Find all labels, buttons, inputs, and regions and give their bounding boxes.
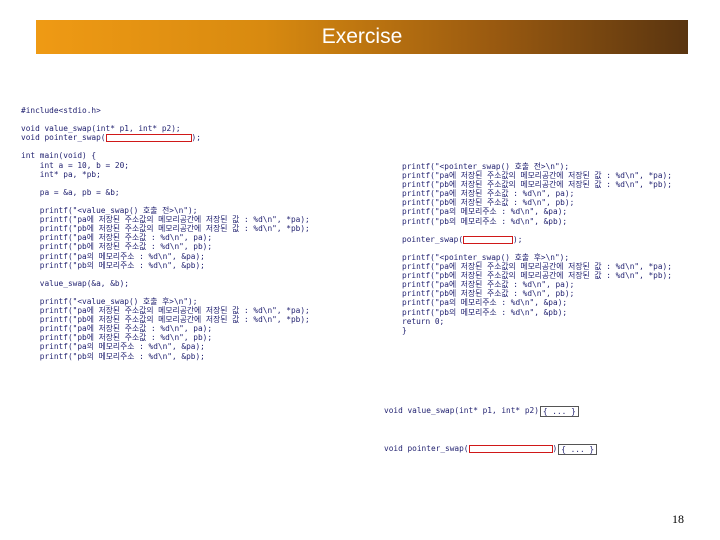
code-text: void value_swap(int* p1, int* p2) — [384, 406, 539, 415]
code-block-main: #include<stdio.h> void value_swap(int* p1… — [21, 106, 371, 361]
function-definition-line: void pointer_swap(){ ... } — [384, 430, 704, 468]
code-text: printf("pb에 저장된 주소값의 메모리공간에 저장된 값 : %d\n… — [402, 271, 672, 281]
code-text: } — [402, 325, 407, 335]
code-line: int* pa, *pb; — [21, 170, 371, 179]
code-text: printf("pb의 메모리주소 : %d\n", &pb); — [21, 260, 205, 270]
code-line: printf("pb에 저장된 주소값의 메모리공간에 저장된 값 : %d\n… — [21, 315, 371, 324]
code-text: printf("pb의 메모리주소 : %d\n", &pb); — [402, 307, 568, 317]
code-text: printf("<pointer_swap() 호출 전>\n"); — [402, 162, 570, 171]
code-line: return 0; — [402, 317, 712, 326]
code-text: printf("pa에 저장된 주소값의 메모리공간에 저장된 값 : %d\n… — [21, 306, 310, 316]
code-block-continued: printf("<pointer_swap() 호출 전>\n"); printf… — [402, 162, 712, 335]
code-line: printf("pa에 저장된 주소값의 메모리공간에 저장된 값 : %d\n… — [402, 262, 712, 271]
code-text: printf("pa에 저장된 주소값 : %d\n", pa); — [21, 233, 213, 243]
code-line: printf("<pointer_swap() 호출 후>\n"); — [402, 253, 712, 262]
code-text: printf("pa에 저장된 주소값의 메모리공간에 저장된 값 : %d\n… — [21, 215, 310, 225]
code-line: void pointer_swap(); — [21, 133, 371, 143]
function-body-box: { ... } — [558, 443, 598, 455]
code-text: void pointer_swap( — [384, 444, 469, 453]
code-line: } — [402, 326, 712, 335]
code-text: printf("pa에 저장된 주소값 : %d\n", pa); — [402, 189, 575, 199]
code-text: value_swap(&a, &b); — [21, 278, 129, 288]
code-text: int a = 10, b = 20; — [21, 160, 129, 170]
fill-in-blank — [468, 445, 553, 453]
code-line: value_swap(&a, &b); — [21, 279, 371, 288]
function-definition-line: void value_swap(int* p1, int* p2){ ... } — [384, 392, 704, 430]
code-line: printf("pa에 저장된 주소값의 메모리공간에 저장된 값 : %d\n… — [21, 215, 371, 224]
code-text: printf("<value_swap() 호출 전>\n"); — [21, 206, 198, 216]
code-text: ) — [552, 444, 558, 453]
fill-in-blank — [463, 235, 514, 244]
code-line: printf("pb의 메모리주소 : %d\n", &pb); — [21, 261, 371, 270]
code-text: printf("pb에 저장된 주소값의 메모리공간에 저장된 값 : %d\n… — [21, 315, 310, 325]
code-text: printf("pb에 저장된 주소값의 메모리공간에 저장된 값 : %d\n… — [402, 180, 672, 190]
code-line: printf("pa에 저장된 주소값의 메모리공간에 저장된 값 : %d\n… — [402, 171, 712, 180]
code-line: printf("pa에 저장된 주소값 : %d\n", pa); — [402, 189, 712, 198]
code-line: printf("<value_swap() 호출 전>\n"); — [21, 206, 371, 215]
code-block-function-definitions: void value_swap(int* p1, int* p2){ ... }… — [384, 392, 704, 468]
code-text: int main(void) { — [21, 151, 97, 161]
code-line: printf("pa의 메모리주소 : %d\n", &pa); — [402, 207, 712, 216]
code-text: ); — [513, 234, 523, 244]
code-line: #include<stdio.h> — [21, 106, 371, 115]
code-text: printf("<pointer_swap() 호출 후>\n"); — [402, 252, 570, 262]
code-line: printf("pb의 메모리주소 : %d\n", &pb); — [402, 217, 712, 226]
code-line: printf("pa의 메모리주소 : %d\n", &pa); — [21, 252, 371, 261]
code-text: printf("pa에 저장된 주소값의 메모리공간에 저장된 값 : %d\n… — [402, 171, 672, 181]
code-line: printf("<pointer_swap() 호출 전>\n"); — [402, 162, 712, 171]
code-line: pa = &a, pb = &b; — [21, 188, 371, 197]
code-line: int a = 10, b = 20; — [21, 161, 371, 170]
code-text: printf("pa의 메모리주소 : %d\n", &pa); — [21, 251, 205, 261]
code-line: int main(void) { — [21, 151, 371, 160]
code-line: void value_swap(int* p1, int* p2); — [21, 124, 371, 133]
code-line: printf("pb의 메모리주소 : %d\n", &pb); — [21, 352, 371, 361]
code-text: printf("pa의 메모리주소 : %d\n", &pa); — [21, 342, 205, 352]
code-text: printf("pb에 저장된 주소값 : %d\n", pb); — [402, 289, 575, 299]
code-text: printf("pa의 메모리주소 : %d\n", &pa); — [402, 207, 568, 217]
code-line: printf("pb에 저장된 주소값의 메모리공간에 저장된 값 : %d\n… — [21, 224, 371, 233]
code-text: printf("pb에 저장된 주소값 : %d\n", pb); — [21, 242, 213, 252]
code-text: printf("pa에 저장된 주소값 : %d\n", pa); — [402, 280, 575, 290]
code-text: pa = &a, pb = &b; — [21, 187, 120, 197]
code-text: printf("pb의 메모리주소 : %d\n", &pb); — [21, 351, 205, 361]
code-line: printf("pa에 저장된 주소값 : %d\n", pa); — [402, 280, 712, 289]
page-number: 18 — [672, 512, 684, 526]
code-text: printf("pb에 저장된 주소값 : %d\n", pb); — [21, 333, 213, 343]
code-line: printf("pb에 저장된 주소값 : %d\n", pb); — [21, 242, 371, 251]
code-text: return 0; — [402, 316, 445, 326]
code-line: printf("pb에 저장된 주소값의 메모리공간에 저장된 값 : %d\n… — [402, 180, 712, 189]
code-line: printf("pa에 저장된 주소값의 메모리공간에 저장된 값 : %d\n… — [21, 306, 371, 315]
fill-in-blank — [105, 134, 192, 143]
code-line: printf("pb에 저장된 주소값의 메모리공간에 저장된 값 : %d\n… — [402, 271, 712, 280]
code-text: printf("pb의 메모리주소 : %d\n", &pb); — [402, 216, 568, 226]
code-text: printf("pa에 저장된 주소값의 메모리공간에 저장된 값 : %d\n… — [402, 262, 672, 272]
code-text: void value_swap(int* p1, int* p2); — [21, 124, 181, 134]
slide-title-bar: Exercise — [36, 20, 688, 54]
slide-title: Exercise — [321, 25, 403, 48]
code-line: printf("pa의 메모리주소 : %d\n", &pa); — [21, 342, 371, 351]
code-line: printf("pa에 저장된 주소값 : %d\n", pa); — [21, 324, 371, 333]
code-text: int* pa, *pb; — [21, 169, 101, 179]
code-text: printf("<value_swap() 호출 후>\n"); — [21, 296, 198, 306]
code-text: ); — [191, 133, 201, 143]
function-body-box: { ... } — [539, 405, 579, 417]
code-text: printf("pa의 메모리주소 : %d\n", &pa); — [402, 298, 568, 308]
code-text: printf("pb에 저장된 주소값의 메모리공간에 저장된 값 : %d\n… — [21, 224, 310, 234]
code-line: pointer_swap(); — [402, 235, 712, 244]
code-line: printf("pb의 메모리주소 : %d\n", &pb); — [402, 308, 712, 317]
code-text: pointer_swap( — [402, 234, 464, 244]
code-line: printf("<value_swap() 호출 후>\n"); — [21, 297, 371, 306]
code-text: void pointer_swap( — [21, 133, 106, 143]
code-text: printf("pa에 저장된 주소값 : %d\n", pa); — [21, 324, 213, 334]
code-line: printf("pa의 메모리주소 : %d\n", &pa); — [402, 298, 712, 307]
code-text: #include<stdio.h> — [21, 106, 101, 115]
